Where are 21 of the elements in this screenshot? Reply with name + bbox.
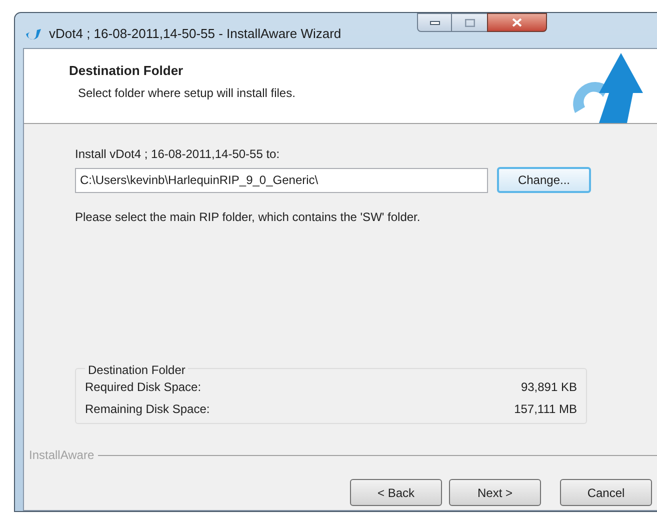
brand-label: InstallAware xyxy=(29,447,94,464)
minimize-button[interactable] xyxy=(417,13,452,32)
window-title: vDot4 ; 16-08-2011,14-50-55 - InstallAware Wizard xyxy=(49,25,342,43)
disk-space-value: 93,891 KB xyxy=(520,379,577,396)
maximize-button[interactable] xyxy=(452,13,487,32)
header-title: Destination Folder xyxy=(69,62,184,80)
minimize-icon xyxy=(430,20,440,24)
cancel-button[interactable]: Cancel xyxy=(560,479,652,506)
instruction-text: Please select the main RIP folder, which contains the 'SW' folder. xyxy=(75,209,422,226)
header-subtitle: Select folder where setup will install files. xyxy=(78,84,296,102)
close-button[interactable] xyxy=(487,13,547,32)
disk-space-value: 157,111 MB xyxy=(514,401,577,418)
next-button[interactable]: Next > xyxy=(449,479,541,506)
back-button[interactable]: < Back xyxy=(350,479,442,506)
disk-space-label: Required Disk Space: xyxy=(85,379,202,396)
close-icon xyxy=(512,18,522,27)
install-label: Install vDot4 ; 16-08-2011,14-50-55 to: xyxy=(75,146,281,163)
change-button[interactable]: Change... xyxy=(497,167,591,193)
path-field[interactable]: C:\Users\kevinb\HarlequinRIP_9_0_Generic\ xyxy=(75,168,488,192)
disk-space-label: Remaining Disk Space: xyxy=(85,401,210,418)
maximize-icon xyxy=(464,18,474,26)
